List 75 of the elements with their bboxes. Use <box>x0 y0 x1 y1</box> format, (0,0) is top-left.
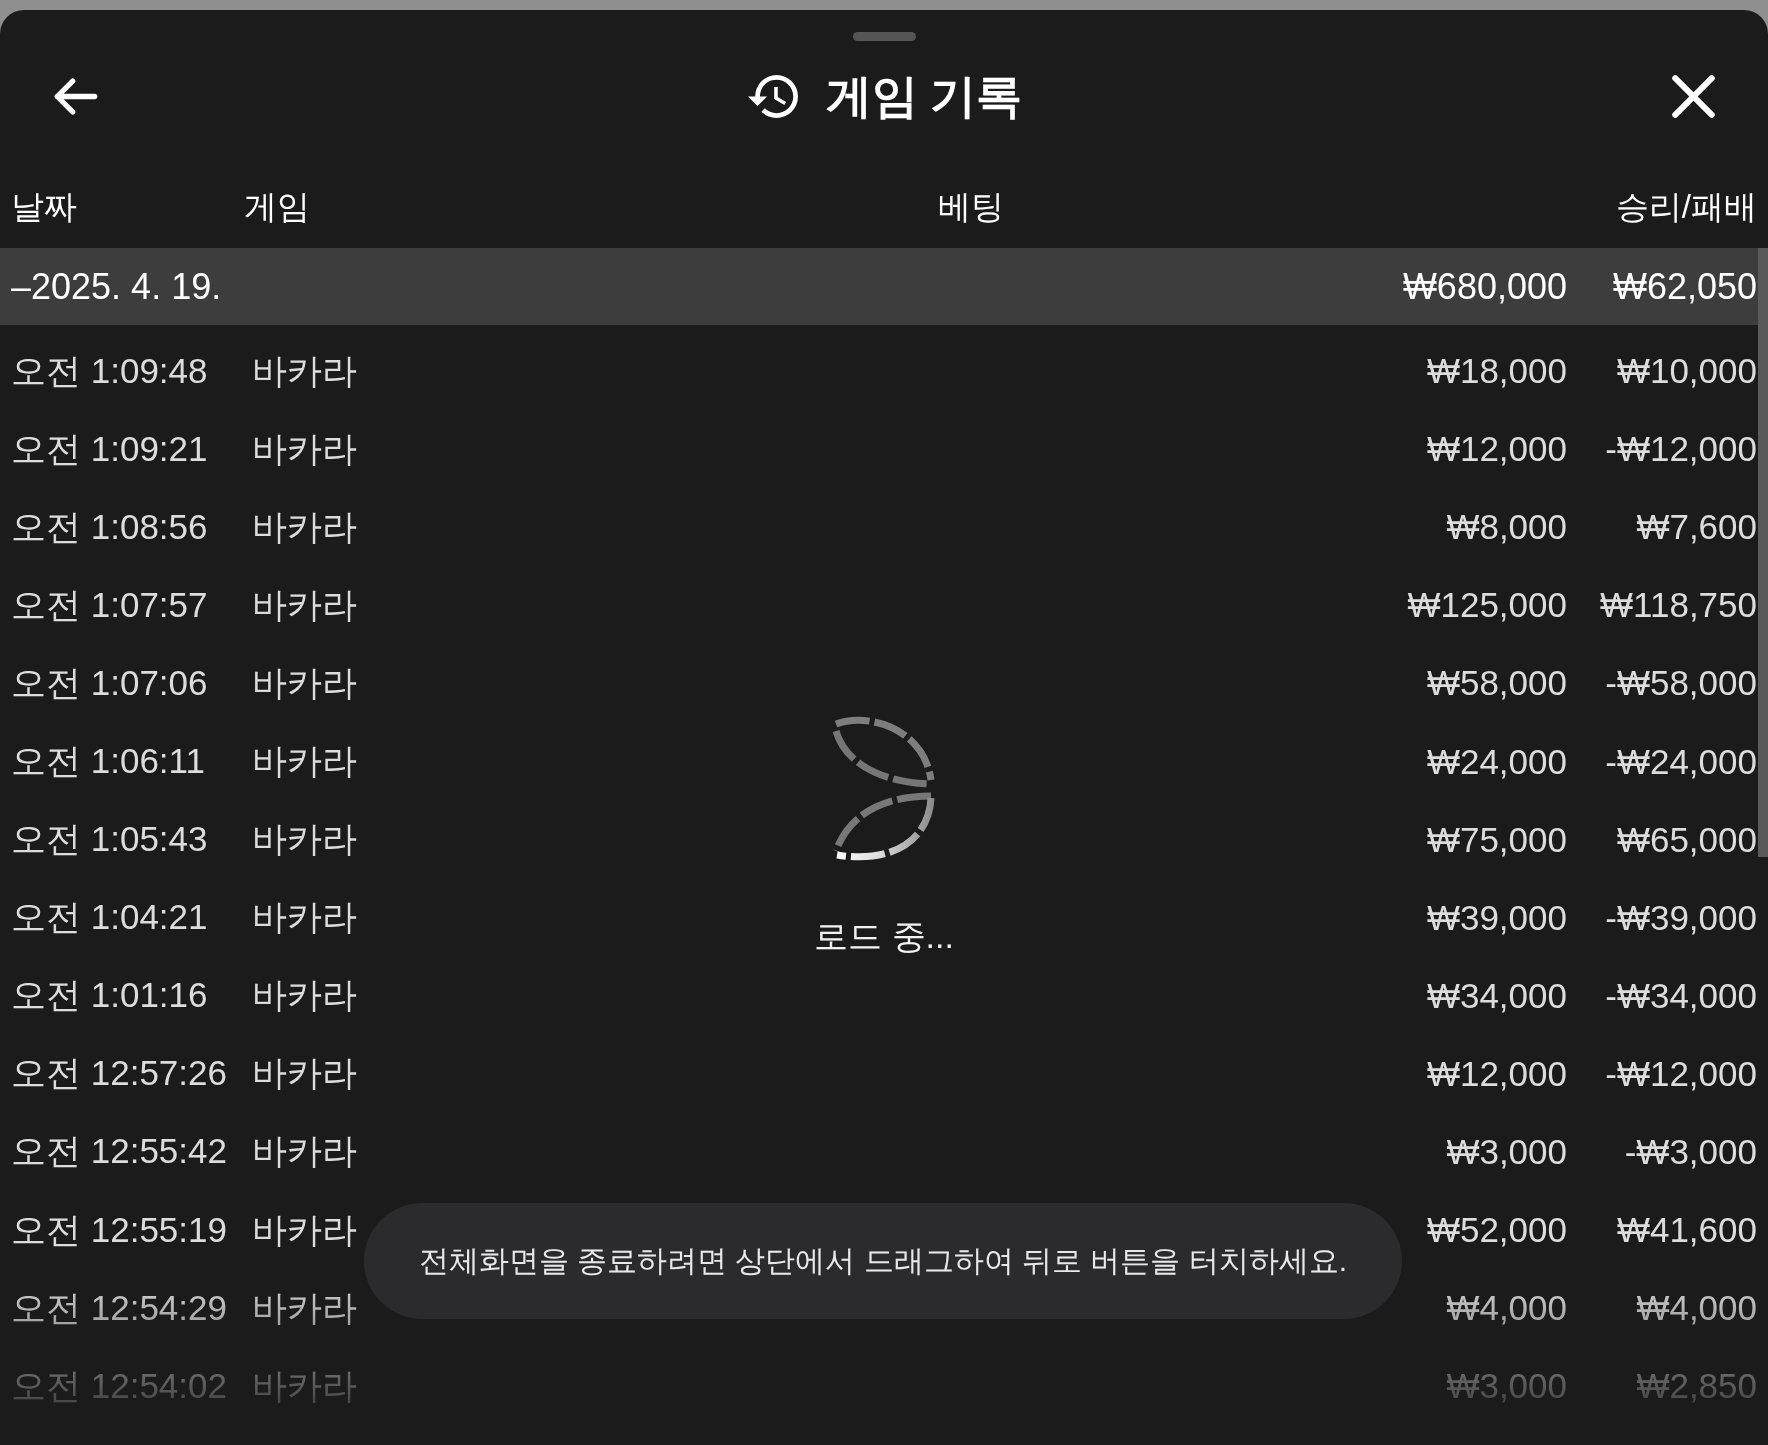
bet-amount: ₩125,000 <box>1407 585 1568 626</box>
result-amount: -₩24,000 <box>1605 741 1757 782</box>
row-time: 오전 1:04:21 <box>11 896 208 939</box>
result-amount: ₩4,000 <box>1636 1288 1757 1329</box>
group-result-total: ₩62,050 <box>1612 265 1757 308</box>
result-amount: ₩65,000 <box>1616 819 1757 860</box>
result-amount: ₩2,850 <box>1636 1366 1757 1407</box>
row-time: 오전 1:06:11 <box>11 740 205 782</box>
row-game: 바카라 <box>252 740 357 782</box>
bet-amount: ₩12,000 <box>1426 429 1568 470</box>
row-game: 바카라 <box>252 1208 357 1251</box>
column-header: 날짜 <box>11 187 77 227</box>
bet-amount: ₩39,000 <box>1426 897 1568 938</box>
result-amount: -₩39,000 <box>1605 897 1757 938</box>
result-amount: -₩34,000 <box>1605 975 1757 1016</box>
row-time: 오전 1:01:16 <box>11 974 208 1017</box>
row-game: 바카라 <box>252 661 357 704</box>
toast-message: 전체화면을 종료하려면 상단에서 드래그하여 뒤로 버튼을 터치하세요. <box>364 1203 1402 1319</box>
row-game: 바카라 <box>252 349 357 392</box>
row-time: 오전 12:54:02 <box>11 1364 227 1407</box>
row-game: 바카라 <box>252 896 357 939</box>
result-amount: -₩58,000 <box>1605 663 1757 704</box>
row-time: 오전 1:08:56 <box>11 505 208 548</box>
row-game: 바카라 <box>252 818 357 861</box>
result-amount: ₩41,600 <box>1616 1210 1757 1251</box>
bet-amount: ₩18,000 <box>1426 351 1568 392</box>
row-game: 바카라 <box>252 505 357 548</box>
close-button[interactable] <box>1672 74 1715 118</box>
drag-handle[interactable] <box>852 32 916 41</box>
arrow-left-icon <box>54 77 98 115</box>
group-bet-total: ₩680,000 <box>1402 265 1568 308</box>
row-time: 오전 12:55:42 <box>11 1130 227 1173</box>
row-time: 오전 1:07:06 <box>11 661 208 704</box>
row-game: 바카라 <box>252 1052 357 1095</box>
result-amount: -₩12,000 <box>1605 1053 1757 1094</box>
result-amount: -₩3,000 <box>1624 1132 1757 1172</box>
bet-amount: ₩4,000 <box>1446 1288 1568 1329</box>
row-time: 오전 1:09:21 <box>11 427 208 470</box>
row-time: 오전 12:55:19 <box>11 1208 227 1251</box>
bet-amount: ₩58,000 <box>1426 663 1568 704</box>
row-time: 오전 1:09:48 <box>11 349 208 392</box>
row-time: 오전 12:54:29 <box>11 1286 227 1329</box>
result-amount: ₩118,750 <box>1600 585 1757 626</box>
history-icon <box>747 74 798 118</box>
row-game: 바카라 <box>252 1364 357 1407</box>
result-amount: ₩10,000 <box>1616 351 1757 392</box>
column-header: 승리/패배 <box>1615 187 1757 227</box>
row-time: 오전 12:57:26 <box>11 1052 227 1095</box>
row-game: 바카라 <box>252 427 357 470</box>
result-amount: -₩12,000 <box>1605 429 1757 470</box>
result-amount: ₩7,600 <box>1636 507 1757 548</box>
collapse-toggle[interactable]: – <box>11 265 32 308</box>
row-game: 바카라 <box>252 583 357 626</box>
row-time: 오전 1:05:43 <box>11 818 208 861</box>
date-group-row[interactable]: –2025. 4. 19. ₩680,000 ₩62,050 <box>0 248 1758 325</box>
close-icon <box>1672 74 1715 118</box>
bet-amount: ₩12,000 <box>1426 1053 1568 1094</box>
bet-amount: ₩3,000 <box>1446 1132 1568 1172</box>
bet-amount: ₩3,000 <box>1446 1366 1568 1407</box>
scrollbar-thumb[interactable] <box>1758 248 1768 857</box>
bet-amount: ₩52,000 <box>1426 1210 1568 1251</box>
group-date: 2025. 4. 19. <box>31 265 222 308</box>
row-time: 오전 1:07:57 <box>11 583 208 626</box>
column-header: 게임 <box>244 187 310 227</box>
sheet-title: 게임 기록 <box>825 69 1023 124</box>
row-game: 바카라 <box>252 1130 357 1173</box>
bet-amount: ₩8,000 <box>1446 507 1568 548</box>
bet-amount: ₩24,000 <box>1426 741 1568 782</box>
row-game: 바카라 <box>252 974 357 1017</box>
loading-label: 로드 중... <box>814 916 954 957</box>
bet-amount: ₩75,000 <box>1426 819 1568 860</box>
bet-amount: ₩34,000 <box>1426 975 1568 1016</box>
back-button[interactable] <box>54 77 98 115</box>
row-game: 바카라 <box>252 1286 357 1329</box>
column-header: 베팅 <box>938 187 1004 227</box>
